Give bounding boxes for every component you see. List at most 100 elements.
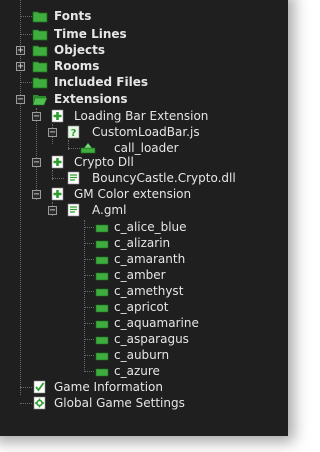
- folder-icon: [32, 77, 48, 89]
- resource-tree-panel: Fonts Time Lines + Objects + Rooms Inclu…: [0, 0, 288, 436]
- tree-item-bouncy-castle[interactable]: BouncyCastle.Crypto.dll: [0, 170, 288, 186]
- tree-line: [20, 16, 32, 17]
- tree-label: c_amethyst: [114, 284, 184, 298]
- tree-label: Included Files: [54, 75, 148, 89]
- tree-item-included-files[interactable]: Included Files: [0, 74, 288, 90]
- function-icon: [95, 320, 109, 329]
- collapse-toggle[interactable]: −: [16, 95, 25, 105]
- tree-label: c_alice_blue: [114, 220, 187, 234]
- collapse-toggle[interactable]: −: [32, 158, 41, 168]
- tree-item-a-gml[interactable]: − A.gml: [0, 202, 288, 218]
- tree-item-function[interactable]: c_asparagus: [0, 331, 288, 347]
- tree-line: [84, 323, 94, 324]
- tree-label: Game Information: [54, 380, 164, 394]
- tree-label: Time Lines: [54, 27, 127, 41]
- tree-label: BouncyCastle.Crypto.dll: [92, 171, 236, 185]
- function-icon: [95, 256, 109, 265]
- tree-line: [84, 307, 94, 308]
- tree-label: A.gml: [92, 203, 127, 217]
- tree-line: [84, 275, 94, 276]
- tree-label: c_aquamarine: [114, 316, 199, 330]
- function-icon: [95, 224, 109, 233]
- tree-item-objects[interactable]: + Objects: [0, 42, 288, 58]
- tree-line: [20, 387, 32, 388]
- tree-label: Crypto Dll: [74, 155, 134, 169]
- tree-label: c_asparagus: [114, 332, 189, 346]
- function-icon: [95, 336, 109, 345]
- script-file-icon: [67, 171, 80, 185]
- tree-item-function[interactable]: c_azure: [0, 363, 288, 379]
- tree-line: [84, 291, 94, 292]
- tree-item-fonts[interactable]: Fonts: [0, 8, 288, 24]
- tree-line: [84, 371, 94, 372]
- tree-item-function[interactable]: c_amaranth: [0, 251, 288, 267]
- tree-item-function[interactable]: c_auburn: [0, 347, 288, 363]
- question-mark-icon: ?: [67, 125, 80, 139]
- tree-item-function[interactable]: c_aquamarine: [0, 315, 288, 331]
- svg-text:?: ?: [71, 128, 77, 139]
- tree-label: Global Game Settings: [54, 396, 185, 410]
- tree-line: [84, 227, 94, 228]
- tree-item-extensions[interactable]: − Extensions: [0, 91, 288, 107]
- extension-package-icon: [51, 187, 64, 201]
- tree-line: [84, 339, 94, 340]
- open-folder-icon: [32, 95, 48, 106]
- tree-item-function[interactable]: c_apricot: [0, 299, 288, 315]
- tree-item-function[interactable]: c_alice_blue: [0, 219, 288, 235]
- collapse-toggle[interactable]: −: [48, 128, 57, 138]
- tree-line: [20, 82, 32, 83]
- tree-line: [52, 178, 64, 179]
- settings-icon: [33, 396, 46, 410]
- function-icon: [95, 352, 109, 361]
- function-icon: [95, 272, 109, 281]
- tree-line: [20, 403, 32, 404]
- tree-label: Fonts: [54, 9, 92, 23]
- tree-label: c_amaranth: [114, 252, 186, 266]
- function-icon: [95, 368, 109, 377]
- folder-icon: [32, 61, 48, 73]
- collapse-toggle[interactable]: −: [32, 190, 41, 200]
- tree-line: [84, 355, 94, 356]
- tree-label: c_apricot: [114, 300, 169, 314]
- tree-item-global-game-settings[interactable]: Global Game Settings: [0, 395, 288, 411]
- tree-label: Objects: [54, 43, 106, 57]
- tree-item-crypto-dll[interactable]: − Crypto Dll: [0, 154, 288, 170]
- script-file-icon: [67, 203, 80, 217]
- folder-icon: [32, 45, 48, 57]
- folder-icon: [32, 11, 48, 23]
- game-information-icon: [33, 380, 46, 394]
- function-icon: [95, 240, 109, 249]
- tree-item-function[interactable]: c_amethyst: [0, 283, 288, 299]
- tree-item-loading-bar-extension[interactable]: − Loading Bar Extension: [0, 108, 288, 124]
- tree-label: c_amber: [114, 268, 166, 282]
- extension-package-icon: [51, 109, 64, 123]
- tree-label: Rooms: [54, 59, 100, 73]
- expand-toggle[interactable]: +: [16, 62, 25, 72]
- tree-item-game-information[interactable]: Game Information: [0, 379, 288, 395]
- tree-item-rooms[interactable]: + Rooms: [0, 58, 288, 74]
- tree-line: [84, 243, 94, 244]
- tree-label: CustomLoadBar.js: [92, 125, 200, 139]
- tree-label: Extensions: [54, 92, 128, 106]
- tree-label: c_alizarin: [114, 236, 171, 250]
- expand-toggle[interactable]: +: [16, 46, 25, 56]
- tree-item-time-lines[interactable]: Time Lines: [0, 26, 288, 42]
- collapse-toggle[interactable]: −: [48, 206, 57, 216]
- tree-line: [20, 34, 32, 35]
- tree-item-function[interactable]: c_alizarin: [0, 235, 288, 251]
- tree-item-custom-load-bar[interactable]: − ? CustomLoadBar.js: [0, 124, 288, 140]
- tree-item-function[interactable]: c_amber: [0, 267, 288, 283]
- tree-line: [84, 259, 94, 260]
- tree-label: Loading Bar Extension: [74, 109, 209, 123]
- extension-package-icon: [51, 155, 64, 169]
- function-icon: [80, 142, 96, 154]
- tree-line: [68, 148, 80, 149]
- folder-icon: [32, 29, 48, 41]
- function-icon: [95, 288, 109, 297]
- tree-item-gm-color-extension[interactable]: − GM Color extension: [0, 186, 288, 202]
- tree-label: GM Color extension: [74, 187, 192, 201]
- function-icon: [95, 304, 109, 313]
- tree-label: c_azure: [114, 364, 160, 378]
- tree-label: c_auburn: [114, 348, 170, 362]
- collapse-toggle[interactable]: −: [32, 112, 41, 122]
